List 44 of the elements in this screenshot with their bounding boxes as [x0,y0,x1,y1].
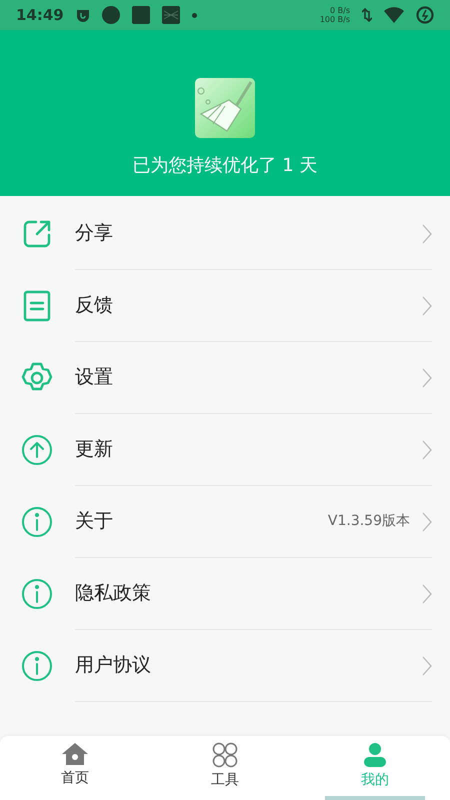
battery-saver-icon [416,6,434,24]
nav-tab[interactable]: 工具 [150,736,300,800]
square-app-icon [132,6,150,24]
wifi-icon [384,7,404,23]
nav-tab[interactable]: 首页 [0,736,150,800]
menu-label: 更新 [75,437,114,462]
chevron-right-icon [422,584,432,604]
version-text: V1.3.59版本 [328,512,410,531]
menu-item[interactable]: 分享 [0,198,450,270]
menu-item[interactable]: 反馈 [0,270,450,342]
menu-label: 隐私政策 [75,581,152,606]
home-icon [61,742,89,766]
info-icon [20,577,54,611]
chevron-right-icon [422,368,432,388]
user-icon [362,742,388,768]
grid-circles-icon [212,742,238,768]
menu-item[interactable]: 设置 [0,342,450,414]
chevron-right-icon [422,224,432,244]
info-icon [20,649,54,683]
menu-item[interactable]: 更新 [0,414,450,486]
info-icon [20,505,54,539]
status-time: 14:49 [16,4,64,26]
download-speed: 100 B/s [320,15,350,24]
menu-item[interactable]: 隐私政策 [0,558,450,630]
data-arrows-icon [362,7,372,23]
upload-speed: 0 B/s [330,6,350,15]
chevron-right-icon [422,440,432,460]
menu-item[interactable]: 用户协议 [0,630,450,702]
chevron-right-icon [422,512,432,532]
chevron-right-icon [422,296,432,316]
optimized-days-text: 已为您持续优化了 1 天 [132,154,318,178]
menu-label: 用户协议 [75,653,152,678]
circle-app-icon [102,6,120,24]
menu-label: 分享 [75,221,114,246]
menu-item[interactable]: 关于 V1.3.59版本 [0,486,450,558]
menu-label: 关于 [75,509,114,534]
broom-icon [195,78,255,138]
dot-icon [192,12,197,18]
up-arrow-circle-icon [20,433,54,467]
menu-label: 设置 [75,365,114,390]
pattern-app-icon [162,6,180,24]
chevron-right-icon [422,656,432,676]
notification-icon [76,8,90,22]
menu-label: 反馈 [75,293,114,318]
